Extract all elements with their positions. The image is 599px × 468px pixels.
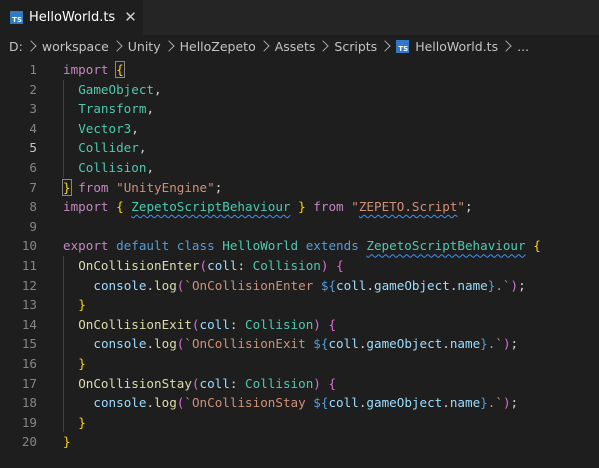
code-text: } bbox=[78, 297, 86, 313]
chevron-right-icon bbox=[317, 40, 330, 52]
line-number: 4 bbox=[29, 120, 37, 136]
typescript-file-icon: TS bbox=[396, 39, 410, 53]
code-line[interactable]: 2 GameObject, bbox=[0, 79, 599, 100]
code-line[interactable]: 4 Vector3, bbox=[0, 118, 599, 139]
chevron-right-icon bbox=[258, 40, 270, 52]
code-line[interactable]: 14 OnCollisionExit(coll: Collision) { bbox=[0, 314, 599, 335]
breadcrumb-item-hellozepeto[interactable]: HelloZepeto bbox=[180, 39, 256, 54]
breadcrumb-item-assets[interactable]: Assets bbox=[275, 39, 316, 54]
code-line[interactable]: 19 } bbox=[0, 412, 599, 433]
line-number: 13 bbox=[21, 297, 37, 313]
line-number: 7 bbox=[29, 179, 37, 195]
line-number: 17 bbox=[21, 375, 37, 391]
code-text: OnCollisionStay(coll: Collision) { bbox=[78, 375, 337, 391]
code-editor[interactable]: 1 import {2 GameObject, 3 Transform, 4 Vect… bbox=[0, 60, 599, 452]
code-line[interactable]: 17 OnCollisionStay(coll: Collision) { bbox=[0, 373, 599, 394]
chevron-right-icon bbox=[25, 40, 37, 52]
tab-bar: TS HelloWorld.ts ✕ bbox=[0, 0, 599, 35]
code-line[interactable]: 1 import { bbox=[0, 60, 599, 80]
tab-helloworld-ts[interactable]: TS HelloWorld.ts ✕ bbox=[0, 0, 143, 35]
line-number: 18 bbox=[21, 395, 37, 411]
code-line[interactable]: 3 Transform, bbox=[0, 99, 599, 119]
breadcrumb-item-scripts[interactable]: Scripts bbox=[334, 39, 377, 54]
code-text: import { ZepetoScriptBehaviour } from "Z… bbox=[63, 199, 473, 215]
line-number: 12 bbox=[21, 277, 37, 293]
code-line[interactable]: 13 } bbox=[0, 295, 599, 315]
code-text: GameObject, bbox=[78, 81, 162, 97]
breadcrumb-item-symbols[interactable]: ... bbox=[517, 39, 529, 54]
line-number: 20 bbox=[21, 434, 37, 450]
code-line[interactable]: 11 OnCollisionEnter(coll: Collision) { bbox=[0, 255, 599, 276]
chevron-right-icon bbox=[162, 40, 175, 52]
close-icon[interactable]: ✕ bbox=[124, 10, 137, 25]
line-number: 5 bbox=[29, 140, 37, 156]
code-text: console.log(`OnCollisionStay ${coll.game… bbox=[93, 395, 519, 411]
code-text: } bbox=[78, 414, 86, 430]
breadcrumb: D: workspace Unity HelloZepeto Assets Sc… bbox=[0, 35, 599, 57]
code-line[interactable]: 12 console.log(`OnCollisionEnter ${coll.… bbox=[0, 275, 599, 296]
code-text: OnCollisionEnter(coll: Collision) { bbox=[78, 257, 344, 273]
code-line[interactable]: 9 bbox=[0, 217, 599, 237]
code-line[interactable]: 8 import { ZepetoScriptBehaviour } from "… bbox=[0, 197, 599, 217]
code-line[interactable]: 18 console.log(`OnCollisionStay ${coll.g… bbox=[0, 393, 599, 413]
code-line[interactable]: 16 } bbox=[0, 353, 599, 374]
code-line[interactable]: 10 export default class HelloWorld extend… bbox=[0, 236, 599, 256]
line-number: 3 bbox=[29, 101, 37, 117]
code-line[interactable]: 6 Collision, bbox=[0, 157, 599, 178]
code-text: Collision, bbox=[78, 159, 155, 175]
code-text: } from "UnityEngine"; bbox=[62, 178, 223, 196]
breadcrumb-item-file[interactable]: HelloWorld.ts bbox=[415, 39, 498, 54]
line-number: 6 bbox=[29, 159, 37, 175]
line-number: 8 bbox=[29, 199, 37, 215]
code-text: import { bbox=[63, 61, 125, 78]
breadcrumb-item-workspace[interactable]: workspace bbox=[42, 39, 109, 54]
code-text: Transform, bbox=[78, 101, 155, 117]
code-text: Collider, bbox=[78, 140, 147, 156]
code-text: } bbox=[78, 355, 86, 371]
breadcrumb-item-unity[interactable]: Unity bbox=[128, 39, 161, 54]
tab-title: HelloWorld.ts bbox=[29, 10, 116, 25]
chevron-right-icon bbox=[111, 40, 123, 52]
code-line[interactable]: 5 Collider, bbox=[0, 138, 599, 158]
line-number: 19 bbox=[21, 414, 37, 430]
code-line[interactable]: 20} bbox=[0, 432, 599, 452]
line-number: 16 bbox=[21, 355, 37, 371]
code-text: OnCollisionExit(coll: Collision) { bbox=[78, 316, 337, 332]
code-text: console.log(`OnCollisionExit ${coll.game… bbox=[93, 336, 519, 352]
line-number: 1 bbox=[29, 62, 37, 77]
line-number: 15 bbox=[21, 336, 37, 352]
line-number: 2 bbox=[29, 81, 37, 97]
line-number: 9 bbox=[29, 218, 37, 234]
code-line[interactable]: 7 } from "UnityEngine"; bbox=[0, 178, 599, 198]
breadcrumb-item-drive[interactable]: D: bbox=[9, 39, 23, 54]
line-number: 10 bbox=[21, 238, 37, 254]
code-line[interactable]: 15 console.log(`OnCollisionExit ${coll.g… bbox=[0, 334, 599, 354]
code-text: Vector3, bbox=[78, 120, 139, 136]
code-text: console.log(`OnCollisionEnter ${coll.gam… bbox=[93, 277, 526, 293]
typescript-file-icon: TS bbox=[10, 11, 23, 24]
line-number: 11 bbox=[21, 257, 37, 273]
code-text: export default class HelloWorld extends … bbox=[63, 238, 541, 254]
chevron-right-icon bbox=[500, 40, 512, 52]
code-text: } bbox=[63, 434, 71, 450]
chevron-right-icon bbox=[379, 40, 391, 52]
line-number: 14 bbox=[21, 316, 37, 332]
